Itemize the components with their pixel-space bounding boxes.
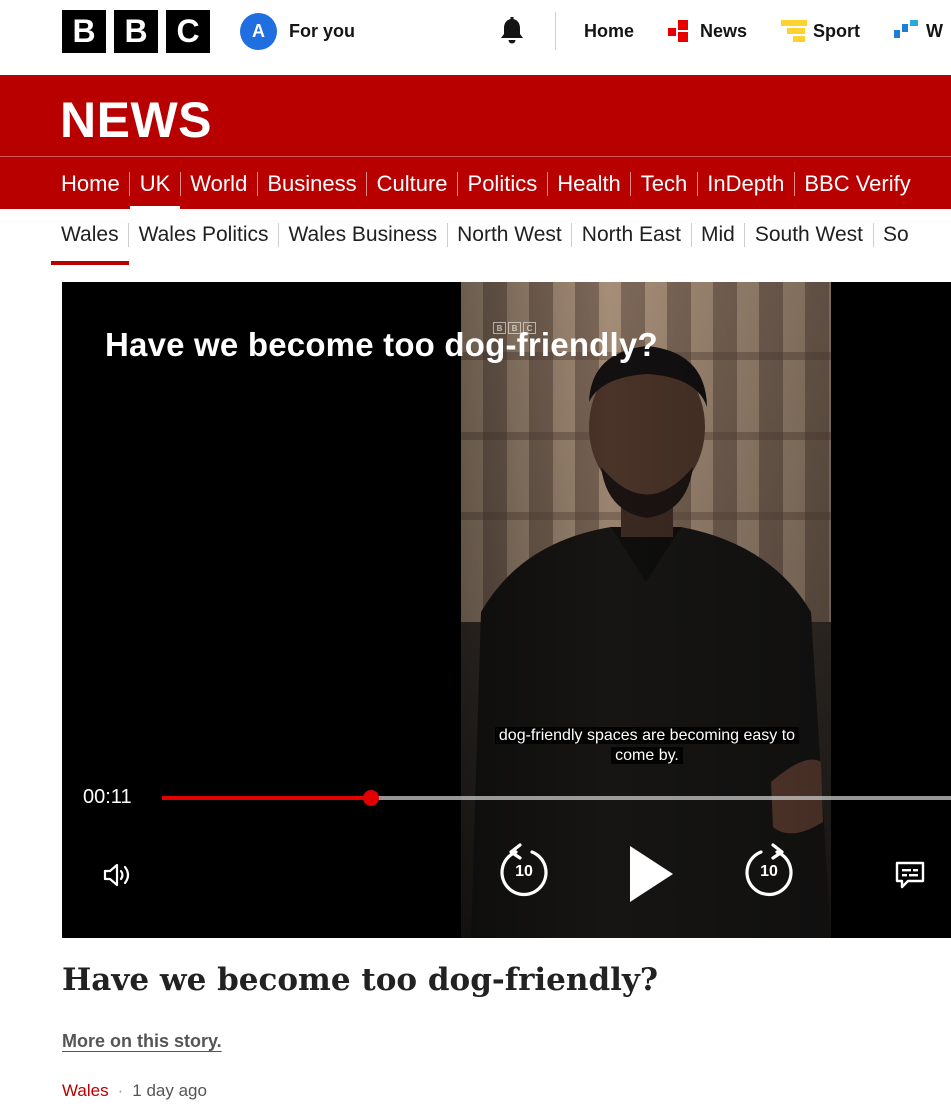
rewind-10-button[interactable]: 10 xyxy=(496,842,552,903)
forward-10-button[interactable]: 10 xyxy=(741,842,797,903)
bbc-logo-block: B xyxy=(62,10,106,53)
bbc-masthead: B B C A For you Home News Sport W xyxy=(0,0,951,75)
sub-nav-item-south-west[interactable]: South West xyxy=(744,222,873,248)
rewind-seconds: 10 xyxy=(515,863,533,880)
topic-link[interactable]: Wales xyxy=(62,1081,109,1101)
masthead-divider xyxy=(555,12,556,50)
video-frame xyxy=(461,282,831,938)
section-nav: Home UK World Business Culture Politics … xyxy=(51,159,921,210)
timestamp: 1 day ago xyxy=(132,1081,207,1100)
global-nav-label: News xyxy=(700,20,748,41)
global-nav-label: Home xyxy=(584,20,635,41)
play-button[interactable] xyxy=(626,844,676,909)
video-caption: dog-friendly spaces are becoming easy to… xyxy=(482,726,812,766)
global-nav-label: W xyxy=(926,20,944,41)
bbc-logo-block: C xyxy=(166,10,210,53)
news-wordmark[interactable]: NEWS xyxy=(60,91,212,149)
bbc-logo[interactable]: B B C xyxy=(62,10,210,53)
progress-fill xyxy=(162,796,372,800)
avatar: A xyxy=(240,13,277,50)
subtitles-icon[interactable] xyxy=(894,859,926,896)
global-nav-home[interactable]: Home xyxy=(584,21,634,42)
article-meta: Wales · 1 day ago xyxy=(62,1081,207,1101)
more-on-this-story-link[interactable]: More on this story. xyxy=(62,1031,222,1052)
account-button[interactable]: A For you xyxy=(240,13,355,50)
article-title: Have we become too dog-friendly? xyxy=(62,962,659,998)
forward-seconds: 10 xyxy=(760,863,778,880)
meta-separator: · xyxy=(117,1081,124,1100)
section-nav-item-health[interactable]: Health xyxy=(546,171,631,197)
banner-divider xyxy=(0,156,951,157)
video-player[interactable]: B B C Have we become too dog-friendly? d… xyxy=(62,282,951,938)
account-label: For you xyxy=(289,21,355,41)
play-icon xyxy=(630,846,673,902)
weather-icon xyxy=(894,20,919,38)
section-nav-item-culture[interactable]: Culture xyxy=(366,171,458,197)
section-nav-item-politics[interactable]: Politics xyxy=(457,171,548,197)
global-nav-news[interactable]: News xyxy=(668,20,747,42)
progress-scrubber[interactable] xyxy=(363,790,380,806)
global-nav-label: Sport xyxy=(813,20,861,41)
global-nav: Home News Sport W xyxy=(584,0,951,62)
sub-nav-item-north-west[interactable]: North West xyxy=(446,222,572,248)
notifications-bell-icon[interactable] xyxy=(496,15,528,47)
volume-icon[interactable] xyxy=(100,858,134,897)
news-icon xyxy=(668,20,689,42)
section-nav-item-tech[interactable]: Tech xyxy=(630,171,697,197)
current-time: 00:11 xyxy=(83,786,132,808)
caption-text: dog-friendly spaces are becoming easy to… xyxy=(494,727,800,764)
sub-nav-item-truncated[interactable]: So xyxy=(872,222,919,248)
section-nav-item-home[interactable]: Home xyxy=(51,171,130,197)
video-shade xyxy=(461,282,831,938)
section-nav-item-bbc-verify[interactable]: BBC Verify xyxy=(793,171,920,197)
section-nav-item-uk[interactable]: UK xyxy=(129,171,181,210)
section-nav-item-indepth[interactable]: InDepth xyxy=(696,171,794,197)
bbc-logo-block: B xyxy=(114,10,158,53)
section-nav-item-world[interactable]: World xyxy=(179,171,257,197)
progress-bar[interactable] xyxy=(162,790,951,806)
sub-nav-item-wales-politics[interactable]: Wales Politics xyxy=(128,222,279,248)
sub-nav-item-wales[interactable]: Wales xyxy=(51,222,129,265)
sport-icon xyxy=(781,20,808,42)
sub-nav-item-wales-business[interactable]: Wales Business xyxy=(278,222,448,248)
news-banner: NEWS Home UK World Business Culture Poli… xyxy=(0,75,951,210)
global-nav-sport[interactable]: Sport xyxy=(781,20,860,42)
video-title-overlay: Have we become too dog-friendly? xyxy=(105,326,658,363)
section-nav-item-business[interactable]: Business xyxy=(256,171,366,197)
sub-nav-item-mid[interactable]: Mid xyxy=(690,222,745,248)
sub-nav-item-north-east[interactable]: North East xyxy=(571,222,691,248)
regional-sub-nav: Wales Wales Politics Wales Business Nort… xyxy=(51,216,919,265)
page: B B C A For you Home News Sport W NEWS H… xyxy=(0,0,951,1116)
global-nav-weather[interactable]: W xyxy=(894,20,943,42)
